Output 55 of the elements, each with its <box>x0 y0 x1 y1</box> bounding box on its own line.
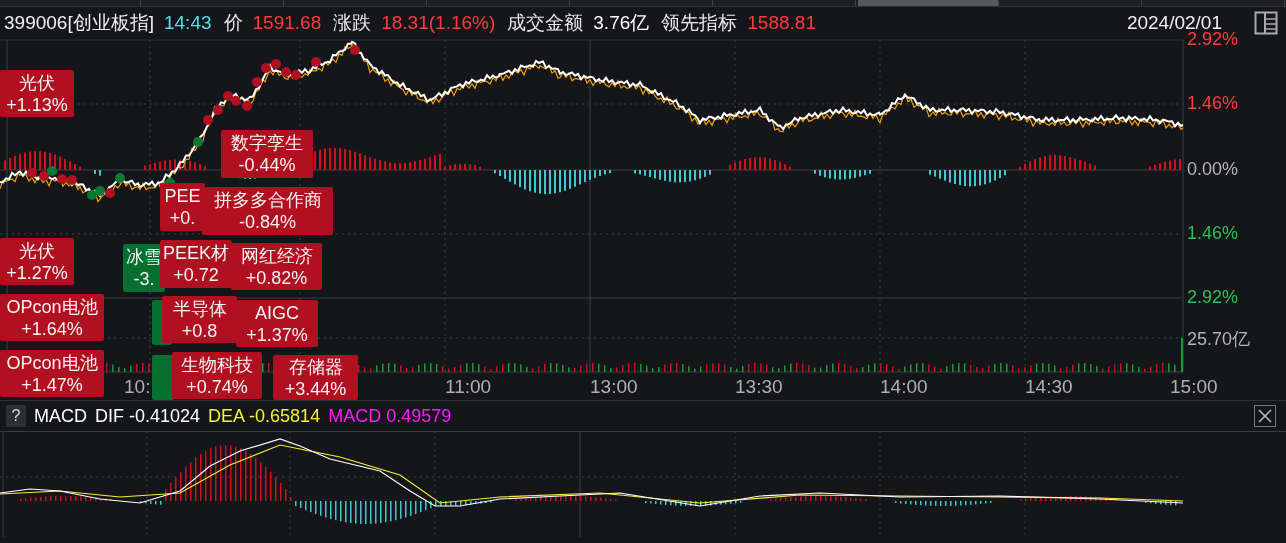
time-label: 10: <box>124 376 151 398</box>
sector-name: 冰雪 <box>126 246 162 268</box>
sector-name: PEEK材 <box>163 242 229 264</box>
time-label: 11:00 <box>445 376 492 398</box>
sector-name: 数字孪生 <box>231 132 303 154</box>
field-value: 3.76亿 <box>593 10 650 35</box>
axis-label: 1.46% <box>1187 223 1239 244</box>
sector-change: -0.84% <box>238 211 296 233</box>
time-label: 14:30 <box>1025 376 1073 398</box>
sector-name: 拼多多合作商 <box>213 189 322 211</box>
field-value: 1591.68 <box>252 11 322 34</box>
axis-label: 25.70亿 <box>1187 328 1251 351</box>
time-text: 14:43 <box>163 11 212 34</box>
sector-name: 光伏 <box>19 239 55 262</box>
indicator-value: DEA -0.65814 <box>208 405 321 427</box>
field-label: 涨跌 <box>333 10 372 35</box>
axis-label: 0.00% <box>1187 159 1239 180</box>
field-label: 领先指标 <box>661 10 738 35</box>
indicator-title: MACD <box>34 405 87 427</box>
sector-change: +0.72 <box>173 264 219 286</box>
field-value: 18.31(1.16%) <box>381 11 496 34</box>
time-label: 13:00 <box>590 376 638 398</box>
sector-name: AIGC <box>255 301 299 324</box>
sector-change: +0.74% <box>186 375 248 398</box>
sector-change: -3. <box>133 268 155 290</box>
field-label: 成交金额 <box>507 10 584 35</box>
sector-change: +0.82% <box>245 266 308 289</box>
sector-name: 存储器 <box>288 355 343 378</box>
sector-name: 光伏 <box>19 71 55 94</box>
field-label: 价 <box>223 10 243 35</box>
indicator-value: MACD 0.49579 <box>328 405 452 427</box>
axis-label: 1.46% <box>1187 93 1239 114</box>
sector-change: +1.13% <box>6 93 68 116</box>
sector-change: +1.27% <box>6 261 68 284</box>
sector-name: 生物科技 <box>181 353 253 376</box>
index-code: 399006[创业板指] <box>4 10 154 35</box>
time-label: 15:00 <box>1170 376 1218 398</box>
sector-change: +3.44% <box>284 377 347 400</box>
time-label: 13:30 <box>735 376 783 398</box>
sector-change: -0.44% <box>238 154 296 176</box>
help-button[interactable]: ? <box>6 405 26 427</box>
sector-change: +1.64% <box>21 317 83 340</box>
sector-name: OPcon电池 <box>6 295 98 318</box>
time-label: 14:00 <box>880 376 928 398</box>
sector-name: 半导体 <box>172 297 227 320</box>
sector-change: +0. <box>169 207 196 229</box>
sector-name: OPcon电池 <box>6 351 98 374</box>
indicator-value: DIF -0.41024 <box>95 405 201 427</box>
sector-change: +0.8 <box>181 319 218 342</box>
sector-name: 网红经济 <box>240 244 313 267</box>
sector-name: PEE <box>164 185 201 207</box>
axis-label: 2.92% <box>1187 287 1239 308</box>
field-value: 1588.81 <box>747 11 816 34</box>
sector-change: +1.37% <box>246 323 308 346</box>
sector-change: +1.47% <box>21 373 83 396</box>
